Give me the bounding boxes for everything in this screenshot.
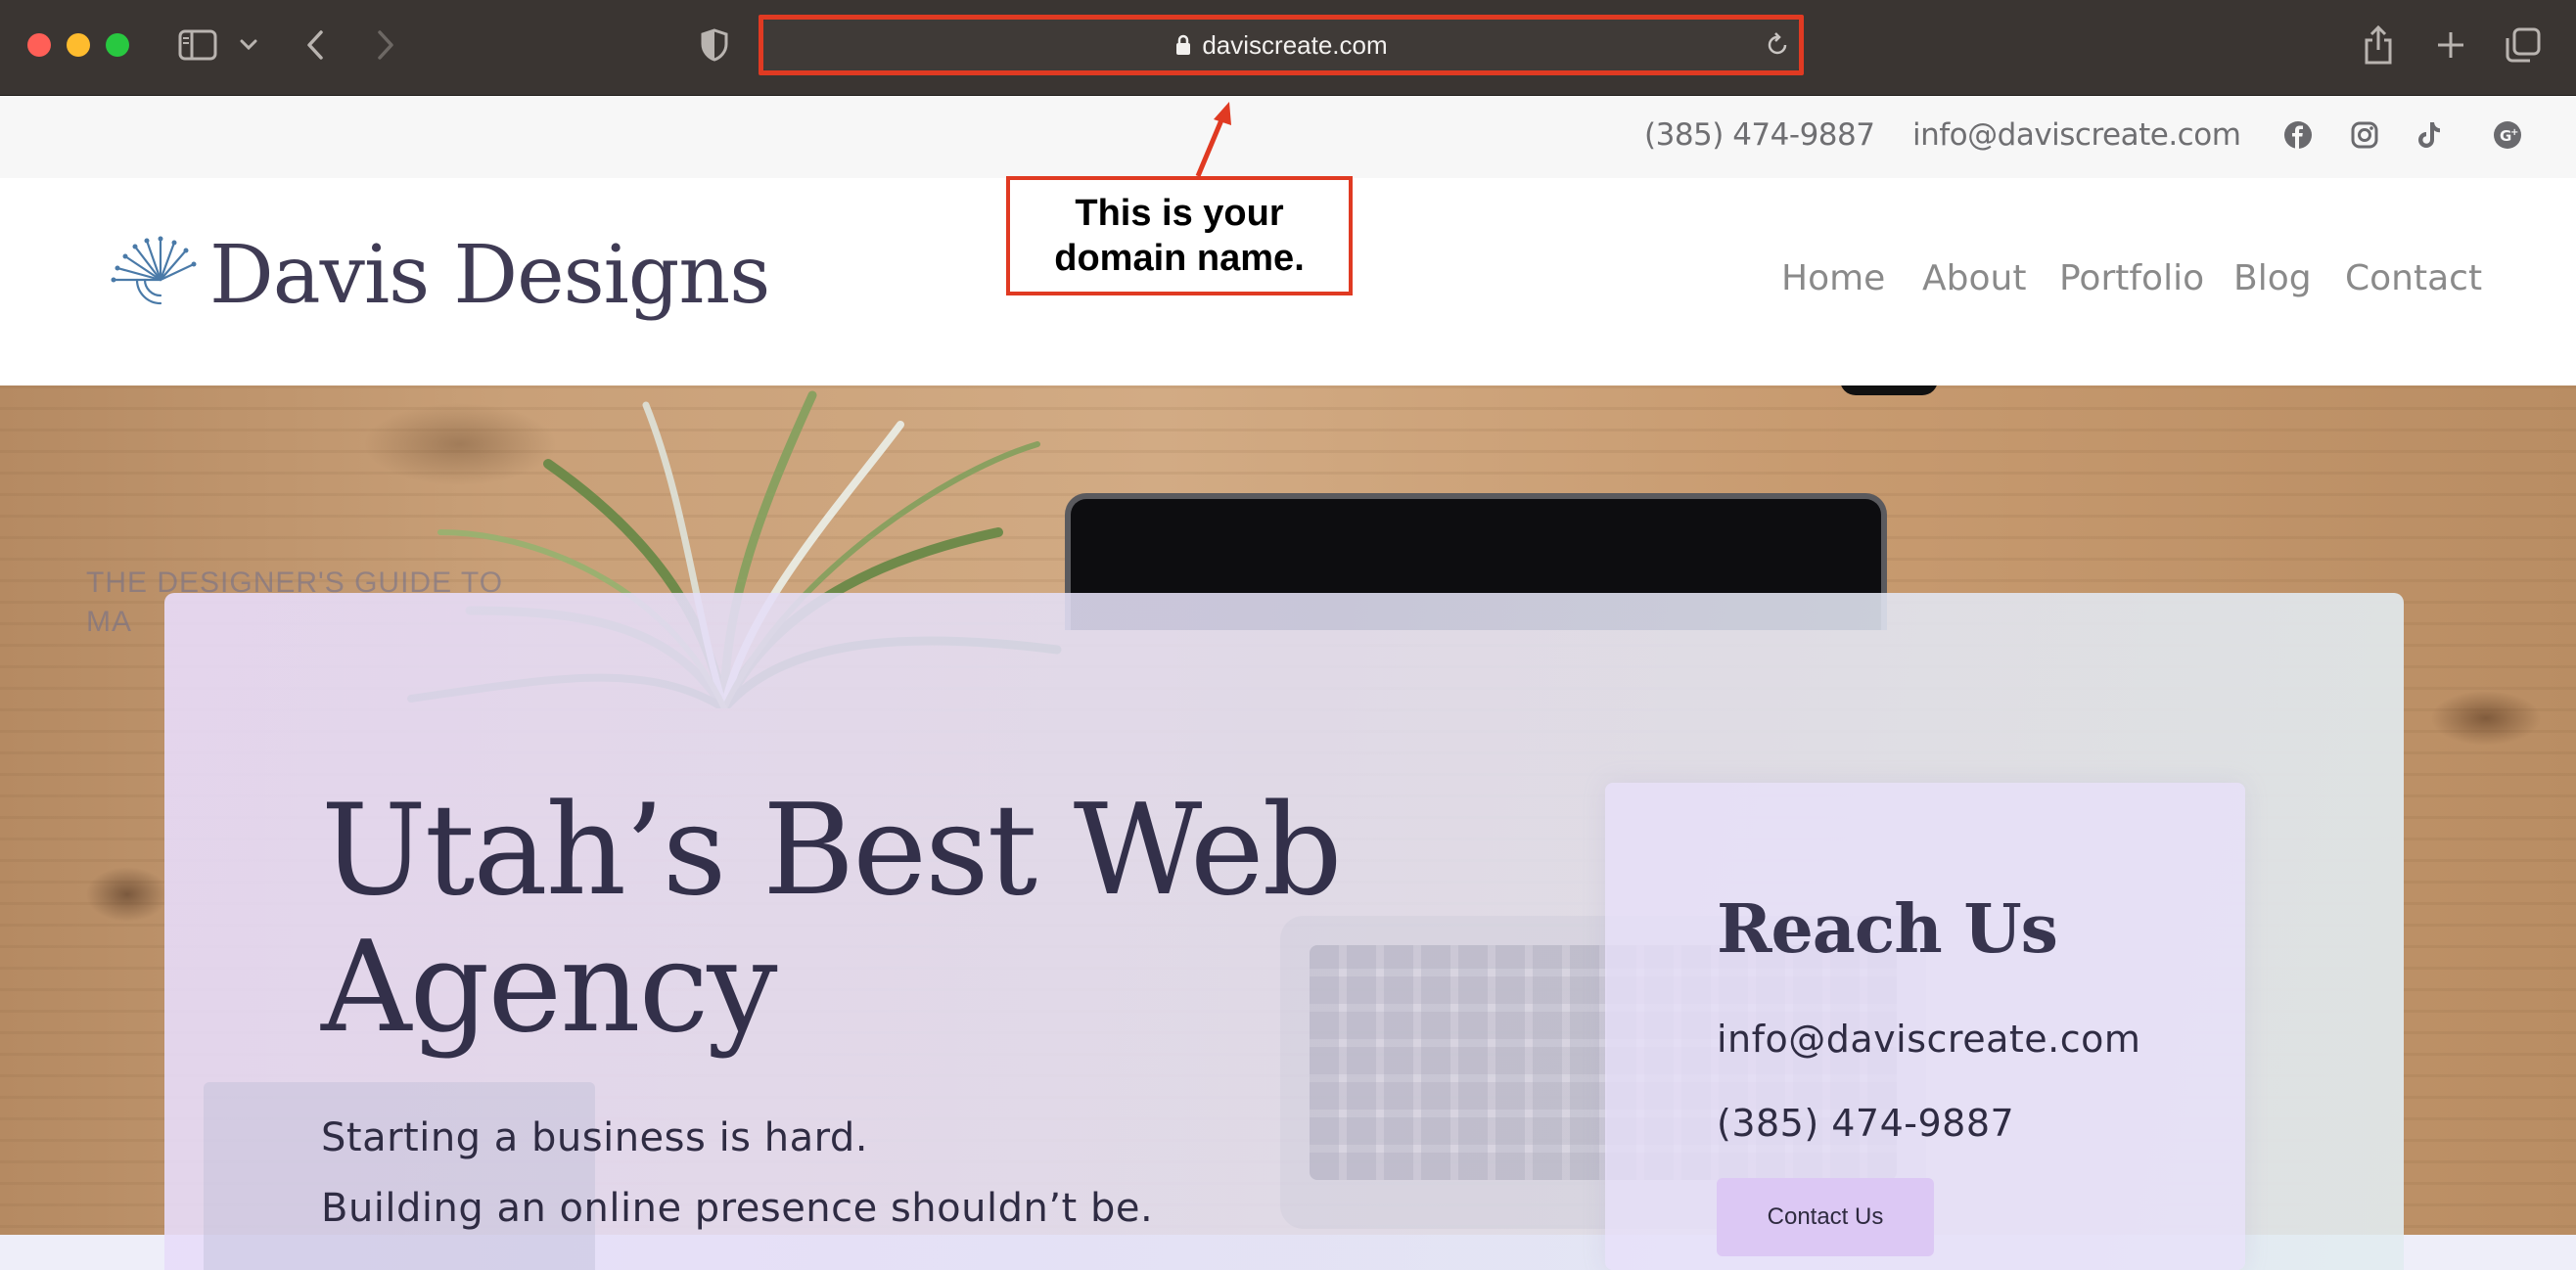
logo-text[interactable]: Davis Designs xyxy=(209,229,770,322)
zoom-window-button[interactable] xyxy=(106,33,129,57)
hero-title: Utah’s Best Web Agency xyxy=(321,778,1343,1061)
plus-icon[interactable] xyxy=(2429,23,2472,67)
annotation-arrow xyxy=(1195,102,1231,177)
annotation-callout: This is your domain name. xyxy=(1006,176,1353,295)
book-cover-text: THE DESIGNER'S GUIDE TO MA xyxy=(86,567,504,638)
nav-home[interactable]: Home xyxy=(1781,258,1885,298)
shield-icon[interactable] xyxy=(693,25,736,65)
topbar-phone-link[interactable]: (385) 474-9887 xyxy=(1644,117,1875,153)
book-image-faded xyxy=(204,1082,595,1270)
topbar-email-link[interactable]: info@daviscreate.com xyxy=(1912,117,2241,153)
annotation-text: This is your domain name. xyxy=(1054,193,1305,279)
share-icon[interactable] xyxy=(2357,22,2400,68)
logo-icon[interactable] xyxy=(102,235,200,323)
reach-us-title: Reach Us xyxy=(1717,890,2058,969)
sidebar-icon[interactable] xyxy=(176,27,219,63)
hero-subtitle-line-1: Starting a business is hard. xyxy=(321,1115,868,1160)
nav-about[interactable]: About xyxy=(1922,258,2026,298)
hero-background-object xyxy=(1840,386,1938,395)
forward-icon[interactable] xyxy=(364,25,407,65)
nav-blog[interactable]: Blog xyxy=(2233,258,2312,298)
chevron-down-icon[interactable] xyxy=(235,29,262,61)
nav-contact[interactable]: Contact xyxy=(2345,258,2482,298)
tabs-icon[interactable] xyxy=(2502,23,2545,67)
instagram-icon[interactable] xyxy=(2349,119,2380,151)
close-window-button[interactable] xyxy=(27,33,51,57)
back-icon[interactable] xyxy=(294,25,337,65)
minimize-window-button[interactable] xyxy=(67,33,90,57)
reach-email-link[interactable]: info@daviscreate.com xyxy=(1717,1018,2140,1061)
facebook-icon[interactable] xyxy=(2282,119,2314,151)
google-plus-icon[interactable]: G + xyxy=(2492,119,2523,151)
tiktok-icon[interactable] xyxy=(2414,119,2445,151)
browser-toolbar: daviscreate.com xyxy=(0,0,2576,96)
hero-subtitle-line-2: Building an online presence shouldn’t be… xyxy=(321,1186,1154,1231)
nav-portfolio[interactable]: Portfolio xyxy=(2059,258,2204,298)
svg-text:+: + xyxy=(2510,127,2518,138)
address-bar-highlight xyxy=(759,15,1804,75)
contact-us-button[interactable]: Contact Us xyxy=(1717,1178,1934,1256)
reach-phone-link[interactable]: (385) 474-9887 xyxy=(1717,1102,2014,1145)
